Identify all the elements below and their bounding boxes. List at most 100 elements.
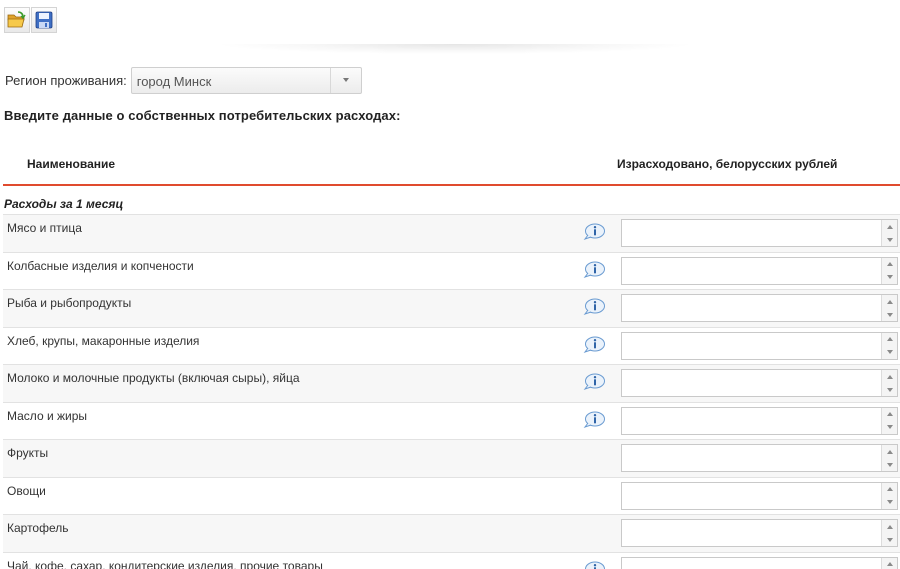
table-row: Хлеб, крупы, макаронные изделия <box>3 326 900 364</box>
table-row: Фрукты <box>3 439 900 477</box>
amount-input[interactable] <box>622 295 880 321</box>
amount-input[interactable] <box>622 332 880 359</box>
column-header-name: Наименование <box>27 157 116 171</box>
amount-input[interactable] <box>622 370 880 396</box>
amount-stepper[interactable] <box>621 331 898 360</box>
amount-input[interactable] <box>622 257 880 284</box>
expense-form-page: Регион проживания: город Минск Введите д… <box>0 0 900 569</box>
region-selected-value: город Минск <box>136 73 212 89</box>
arrow-down-icon <box>886 275 893 279</box>
decrement-button[interactable] <box>882 346 897 359</box>
decrement-button[interactable] <box>882 308 897 321</box>
info-icon[interactable] <box>583 411 605 428</box>
increment-button[interactable] <box>882 258 897 271</box>
increment-button[interactable] <box>882 295 897 308</box>
decrement-button[interactable] <box>882 383 897 396</box>
table-row: Чай, кофе, сахар, кондитерские изделия, … <box>3 551 900 569</box>
amount-stepper[interactable] <box>621 556 898 569</box>
arrow-down-icon <box>886 350 893 354</box>
arrow-down-icon <box>886 387 893 392</box>
expense-rows: Мясо и птица Колбасные изделия и копченос… <box>3 214 900 569</box>
row-label: Колбасные изделия и копчености <box>7 258 194 273</box>
open-folder-icon <box>7 11 26 28</box>
arrow-up-icon <box>886 412 893 416</box>
amount-input[interactable] <box>622 482 880 509</box>
decrement-button[interactable] <box>882 458 897 471</box>
arrow-up-icon <box>886 262 893 266</box>
amount-input[interactable] <box>622 557 880 569</box>
row-label: Картофель <box>7 521 69 535</box>
spinner <box>881 520 897 546</box>
amount-stepper[interactable] <box>621 444 898 472</box>
info-icon[interactable] <box>583 561 605 569</box>
amount-stepper[interactable] <box>621 369 898 397</box>
save-button[interactable] <box>31 7 57 33</box>
spinner <box>881 370 897 396</box>
info-icon[interactable] <box>583 298 605 315</box>
table-row: Рыба и рыбопродукты <box>3 289 900 327</box>
row-label: Молоко и молочные продукты (включая сыры… <box>7 371 300 385</box>
open-button[interactable] <box>4 7 30 33</box>
group-title: Расходы за 1 месяц <box>4 197 124 211</box>
amount-stepper[interactable] <box>621 519 898 547</box>
increment-button[interactable] <box>882 333 897 346</box>
arrow-down-icon <box>886 312 893 317</box>
decrement-button[interactable] <box>882 421 897 434</box>
increment-button[interactable] <box>882 370 897 383</box>
decrement-button[interactable] <box>882 496 897 509</box>
table-row: Картофель <box>3 514 900 552</box>
info-icon[interactable] <box>583 336 605 353</box>
amount-stepper[interactable] <box>621 294 898 322</box>
increment-button[interactable] <box>882 408 897 421</box>
arrow-down-icon <box>886 425 893 429</box>
increment-button[interactable] <box>882 483 897 496</box>
increment-button[interactable] <box>882 520 897 533</box>
spinner <box>881 295 897 321</box>
increment-button[interactable] <box>882 220 897 233</box>
section-title: Введите данные о собственных потребитель… <box>4 108 401 123</box>
row-label: Овощи <box>7 483 46 498</box>
region-select[interactable]: город Минск <box>130 66 362 94</box>
decrement-button[interactable] <box>882 271 897 284</box>
info-icon[interactable] <box>583 223 605 240</box>
row-label: Мясо и птица <box>7 221 82 235</box>
column-header-spent: Израсходовано, белорусских рублей <box>617 157 838 171</box>
toolbar-divider-shadow <box>220 44 690 54</box>
info-icon[interactable] <box>583 373 605 390</box>
region-label: Регион проживания: <box>5 72 127 88</box>
arrow-up-icon <box>886 562 893 566</box>
toolbar <box>4 7 57 34</box>
floppy-save-icon <box>35 11 53 29</box>
row-label: Чай, кофе, сахар, кондитерские изделия, … <box>7 558 323 569</box>
row-label: Рыба и рыбопродукты <box>7 296 132 310</box>
amount-stepper[interactable] <box>621 406 898 435</box>
table-row: Мясо и птица <box>3 214 900 252</box>
arrow-down-icon <box>886 462 893 467</box>
amount-input[interactable] <box>622 220 880 246</box>
table-row: Масло и жиры <box>3 401 900 439</box>
spinner <box>881 407 897 434</box>
amount-stepper[interactable] <box>621 256 898 285</box>
spinner <box>881 482 897 509</box>
decrement-button[interactable] <box>882 533 897 546</box>
arrow-up-icon <box>886 487 893 491</box>
amount-input[interactable] <box>622 407 880 434</box>
increment-button[interactable] <box>882 558 897 569</box>
arrow-down-icon <box>886 537 893 542</box>
decrement-button[interactable] <box>882 233 897 246</box>
arrow-up-icon <box>886 224 893 229</box>
amount-stepper[interactable] <box>621 219 898 247</box>
region-row: Регион проживания: город Минск <box>5 66 362 94</box>
spinner <box>881 257 897 284</box>
dropdown-toggle[interactable] <box>329 67 361 93</box>
amount-input[interactable] <box>622 520 880 546</box>
arrow-up-icon <box>886 337 893 341</box>
row-label: Масло и жиры <box>7 408 88 423</box>
amount-input[interactable] <box>622 445 880 471</box>
info-icon[interactable] <box>583 261 605 278</box>
spinner <box>881 332 897 359</box>
table-row: Овощи <box>3 476 900 514</box>
amount-stepper[interactable] <box>621 481 898 510</box>
table-row: Колбасные изделия и копчености <box>3 251 900 289</box>
increment-button[interactable] <box>882 445 897 458</box>
